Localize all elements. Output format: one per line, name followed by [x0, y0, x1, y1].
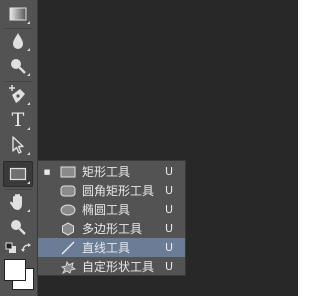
swap-colors-icon[interactable] — [21, 242, 33, 254]
ellipse-icon — [60, 204, 76, 215]
rectangle-icon — [60, 166, 76, 177]
foreground-color-swatch[interactable] — [4, 259, 26, 281]
dodge-tool[interactable] — [4, 54, 32, 78]
tools-panel: T — [0, 0, 38, 296]
shape-tool-flyout-menu: ■ 矩形工具 U 圆角矩形工具 U 椭圆工具 U 多边形工具 U 直线工具 U … — [37, 160, 186, 276]
submenu-indicator — [27, 21, 30, 24]
default-colors-icon[interactable] — [5, 242, 17, 254]
menu-item-ellipse-tool[interactable]: 椭圆工具 U — [38, 200, 185, 219]
gradient-icon — [9, 7, 27, 21]
pen-tool[interactable] — [4, 83, 32, 107]
path-selection-tool[interactable] — [4, 133, 32, 157]
menu-item-rounded-rectangle-tool[interactable]: 圆角矩形工具 U — [38, 181, 185, 200]
rounded-rectangle-icon — [60, 185, 76, 196]
dodge-icon — [11, 59, 26, 74]
current-tool-bullet: ■ — [43, 167, 51, 176]
shortcut-key: U — [165, 241, 174, 254]
submenu-indicator — [27, 209, 30, 212]
menu-item-rectangle-tool[interactable]: ■ 矩形工具 U — [38, 162, 185, 181]
menu-item-line-tool[interactable]: 直线工具 U — [38, 238, 185, 257]
menu-item-polygon-tool[interactable]: 多边形工具 U — [38, 219, 185, 238]
pen-icon — [9, 85, 25, 103]
hand-tool[interactable] — [4, 190, 32, 214]
magnifier-icon — [11, 220, 26, 235]
gradient-tool[interactable] — [4, 2, 32, 26]
submenu-indicator — [27, 152, 30, 155]
menu-item-label: 直线工具 — [82, 241, 131, 255]
shortcut-key: U — [165, 184, 174, 197]
arrow-icon — [12, 136, 24, 154]
menu-item-label: 自定形状工具 — [82, 260, 155, 274]
divider — [5, 81, 32, 82]
rectangle-icon — [9, 167, 27, 181]
shape-tool[interactable] — [3, 161, 33, 187]
drop-icon — [13, 33, 23, 49]
shortcut-key: U — [165, 203, 174, 216]
type-icon: T — [11, 108, 25, 131]
hand-icon — [10, 194, 22, 210]
color-swatch-controls — [4, 239, 32, 257]
menu-item-custom-shape-tool[interactable]: 自定形状工具 U — [38, 257, 185, 276]
line-icon — [61, 241, 75, 254]
submenu-indicator — [27, 73, 30, 76]
shortcut-key: U — [165, 222, 174, 235]
menu-item-label: 多边形工具 — [82, 222, 143, 236]
menu-item-label: 圆角矩形工具 — [82, 184, 155, 198]
type-tool[interactable]: T — [4, 108, 32, 132]
blur-tool[interactable] — [4, 29, 32, 53]
submenu-indicator — [27, 102, 30, 105]
menu-item-label: 矩形工具 — [82, 165, 131, 179]
custom-shape-icon — [60, 260, 76, 274]
zoom-tool[interactable] — [4, 215, 32, 239]
submenu-indicator — [27, 127, 30, 130]
submenu-indicator — [27, 181, 30, 184]
shortcut-key: U — [165, 165, 174, 178]
menu-item-label: 椭圆工具 — [82, 203, 131, 217]
submenu-indicator — [27, 48, 30, 51]
shortcut-key: U — [165, 260, 174, 273]
polygon-icon — [62, 221, 74, 236]
